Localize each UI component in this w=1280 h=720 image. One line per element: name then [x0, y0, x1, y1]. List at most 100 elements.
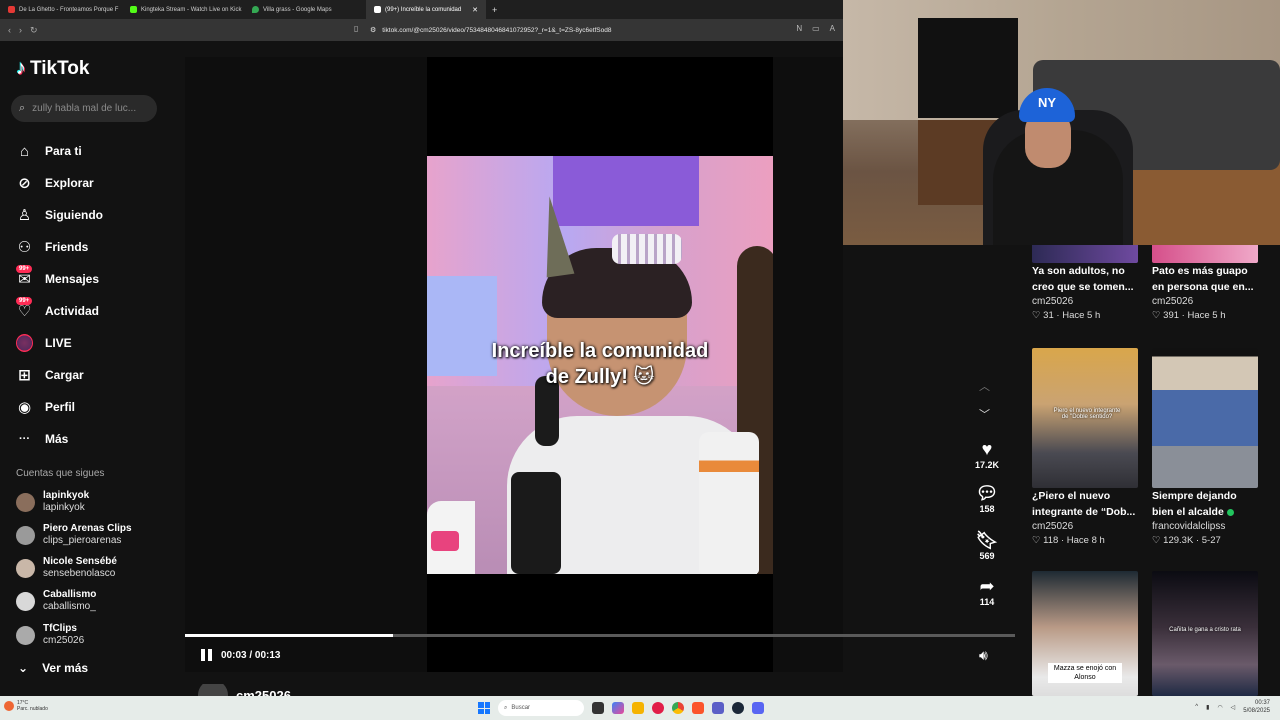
tiktok-logo[interactable]: ♪ TikTok: [16, 57, 89, 80]
search-input[interactable]: ⌕ zully habla mal de luc...: [11, 95, 157, 122]
video-age: Hace 8 h: [1066, 535, 1105, 546]
search-placeholder: zully habla mal de luc...: [32, 103, 137, 114]
taskbar-search[interactable]: ⌕ Buscar: [498, 700, 584, 716]
recommended-video[interactable]: Ya son adultos, no creo que se tomen... …: [1032, 237, 1138, 323]
nav-item-perfil[interactable]: ◉ Perfil: [16, 391, 103, 423]
wifi-icon[interactable]: ◠: [1217, 704, 1222, 711]
reload-icon[interactable]: ↻: [30, 25, 38, 36]
heart-icon: ♥: [981, 439, 993, 459]
search-icon: ⌕: [504, 704, 508, 711]
close-tab-icon[interactable]: ✕: [472, 6, 478, 14]
video-thumbnail[interactable]: Cañita le gana a cristo rata: [1152, 571, 1258, 696]
avatar[interactable]: [198, 684, 228, 696]
activity-icon: ♡: [17, 303, 32, 320]
brave-icon[interactable]: [692, 702, 704, 714]
copilot-icon[interactable]: [612, 702, 624, 714]
nav-item-cargar[interactable]: ⊞ Cargar: [16, 359, 103, 391]
like-button[interactable]: ♥ 17.2K: [968, 438, 1006, 470]
browser-tab-active[interactable]: (99+) Increíble la comunidad ✕: [366, 0, 486, 19]
forward-icon[interactable]: ›: [19, 25, 22, 36]
file-explorer-icon[interactable]: [632, 702, 644, 714]
chevron-up-icon[interactable]: ︿: [979, 378, 990, 394]
notification-badge: 99+: [16, 297, 33, 305]
chevron-down-icon[interactable]: ﹀: [979, 406, 990, 422]
video-author[interactable]: cm25026: [1152, 295, 1258, 309]
nav-item-actividad[interactable]: ♡ 99+ Actividad: [16, 295, 103, 327]
speaker-icon[interactable]: ◁: [1231, 704, 1236, 711]
save-count: 569: [979, 551, 995, 561]
video-progress-bar[interactable]: [185, 634, 1015, 637]
heart-outline-icon: ♡: [1152, 310, 1161, 321]
nav-item-siguiendo[interactable]: ♙ Siguiendo: [16, 199, 103, 231]
discord-icon[interactable]: [752, 702, 764, 714]
followed-account[interactable]: Nicole Sensébé sensebenolasco: [16, 556, 117, 580]
recommended-video[interactable]: Mazza se enojó con Alonso: [1032, 571, 1138, 696]
tab-title: Kingteka Stream - Watch Live on Kick: [141, 6, 242, 13]
browser-tab-3[interactable]: Villa grass - Google Maps: [244, 0, 366, 19]
video-author[interactable]: cm25026: [1032, 295, 1138, 309]
address-bar[interactable]: ⚙ tiktok.com/@cm25026/video/753484804684…: [370, 22, 790, 38]
comment-count: 158: [979, 504, 995, 514]
video-thumbnail[interactable]: Mazza se enojó con Alonso: [1032, 571, 1138, 696]
video-title[interactable]: Pato es más guapo en persona que en...: [1152, 263, 1258, 295]
new-tab-button[interactable]: +: [486, 5, 503, 15]
nav-item-friends[interactable]: ⚇ Friends: [16, 231, 103, 263]
network-icon[interactable]: ▮: [1206, 704, 1209, 711]
video-player[interactable]: Increíble la comunidad de Zully! 🐱 00:03…: [185, 57, 1015, 672]
nav-item-mensajes[interactable]: ✉ 99+ Mensajes: [16, 263, 103, 295]
clock[interactable]: 00:37 5/08/2025: [1243, 699, 1270, 715]
windows-start-icon[interactable]: [478, 702, 490, 714]
video-thumbnail[interactable]: [1152, 348, 1258, 488]
recommended-video[interactable]: Piero el nuevo integrante de "Doble sent…: [1032, 348, 1138, 548]
chevron-up-icon[interactable]: ^: [1195, 704, 1198, 710]
avatar: [16, 492, 35, 512]
back-icon[interactable]: ‹: [8, 25, 11, 36]
video-author[interactable]: cm25026: [1032, 520, 1138, 534]
nav-item-para-ti[interactable]: ⌂ Para ti: [16, 135, 103, 167]
chrome-icon[interactable]: [672, 702, 684, 714]
nav-item-live[interactable]: LIVE: [16, 327, 103, 359]
weather-widget[interactable]: 17°C Parc. nublado: [4, 700, 48, 712]
followed-account[interactable]: lapinkyok lapinkyok: [16, 490, 89, 514]
video-title[interactable]: ¿Piero el nuevo integrante de “Dob...: [1032, 488, 1138, 520]
save-button[interactable]: 🔖︎ 569: [968, 529, 1006, 561]
followed-account[interactable]: Piero Arenas Clips clips_pieroarenas: [16, 523, 132, 547]
task-view-icon[interactable]: [592, 702, 604, 714]
video-title[interactable]: Ya son adultos, no creo que se tomen...: [1032, 263, 1138, 295]
recommended-video[interactable]: Cañita le gana a cristo rata: [1152, 571, 1258, 696]
browser-tab-2[interactable]: Kingteka Stream - Watch Live on Kick: [122, 0, 244, 19]
see-more-button[interactable]: ⌄ Ver más: [18, 661, 88, 675]
search-icon: ⌕: [19, 102, 26, 114]
url-text: tiktok.com/@cm25026/video/75348480468410…: [382, 26, 612, 34]
extension-icon[interactable]: N: [796, 24, 802, 33]
steam-icon[interactable]: [732, 702, 744, 714]
comment-button[interactable]: 💬︎ 158: [968, 482, 1006, 514]
teams-icon[interactable]: [712, 702, 724, 714]
logo-text: TikTok: [30, 57, 90, 79]
weather-desc: Parc. nublado: [17, 706, 48, 712]
recommended-video[interactable]: Siempre dejando bien el alcalde francovi…: [1152, 348, 1258, 548]
caption-line: Increíble la comunidad: [491, 340, 709, 362]
author-name[interactable]: cm25026: [236, 688, 291, 697]
nav-item-mas[interactable]: ··· Más: [16, 423, 103, 455]
share-button[interactable]: ➦ 114: [968, 575, 1006, 607]
system-tray: ^ ▮ ◠ ◁ 00:37 5/08/2025: [1195, 699, 1270, 715]
video-author[interactable]: francovidalclipss: [1152, 520, 1258, 534]
nav-label: Explorar: [45, 176, 94, 190]
notification-badge: 99+: [16, 265, 33, 273]
video-thumbnail[interactable]: Piero el nuevo integrante de "Doble sent…: [1032, 348, 1138, 488]
followed-account[interactable]: Caballismo caballismo_: [16, 589, 96, 613]
followed-account[interactable]: TfClips cm25026: [16, 623, 84, 647]
cast-icon[interactable]: ▭: [812, 24, 820, 33]
pause-icon[interactable]: [201, 649, 213, 661]
bookmark-icon[interactable]: ▯: [354, 24, 358, 33]
video-title[interactable]: Siempre dejando bien el alcalde: [1152, 490, 1237, 518]
nav-item-explorar[interactable]: ⊘ Explorar: [16, 167, 103, 199]
volume-icon[interactable]: 🔊︎: [979, 647, 988, 664]
translate-icon[interactable]: A: [830, 24, 835, 33]
browser-tab-1[interactable]: De La Ghetto - Fronteamos Porque F: [0, 0, 122, 19]
app-icon[interactable]: [652, 702, 664, 714]
recommended-video[interactable]: Pato es más guapo en persona que en... c…: [1152, 237, 1258, 323]
video-age: Hace 5 h: [1187, 310, 1226, 321]
site-info-icon[interactable]: ⚙: [370, 26, 376, 34]
